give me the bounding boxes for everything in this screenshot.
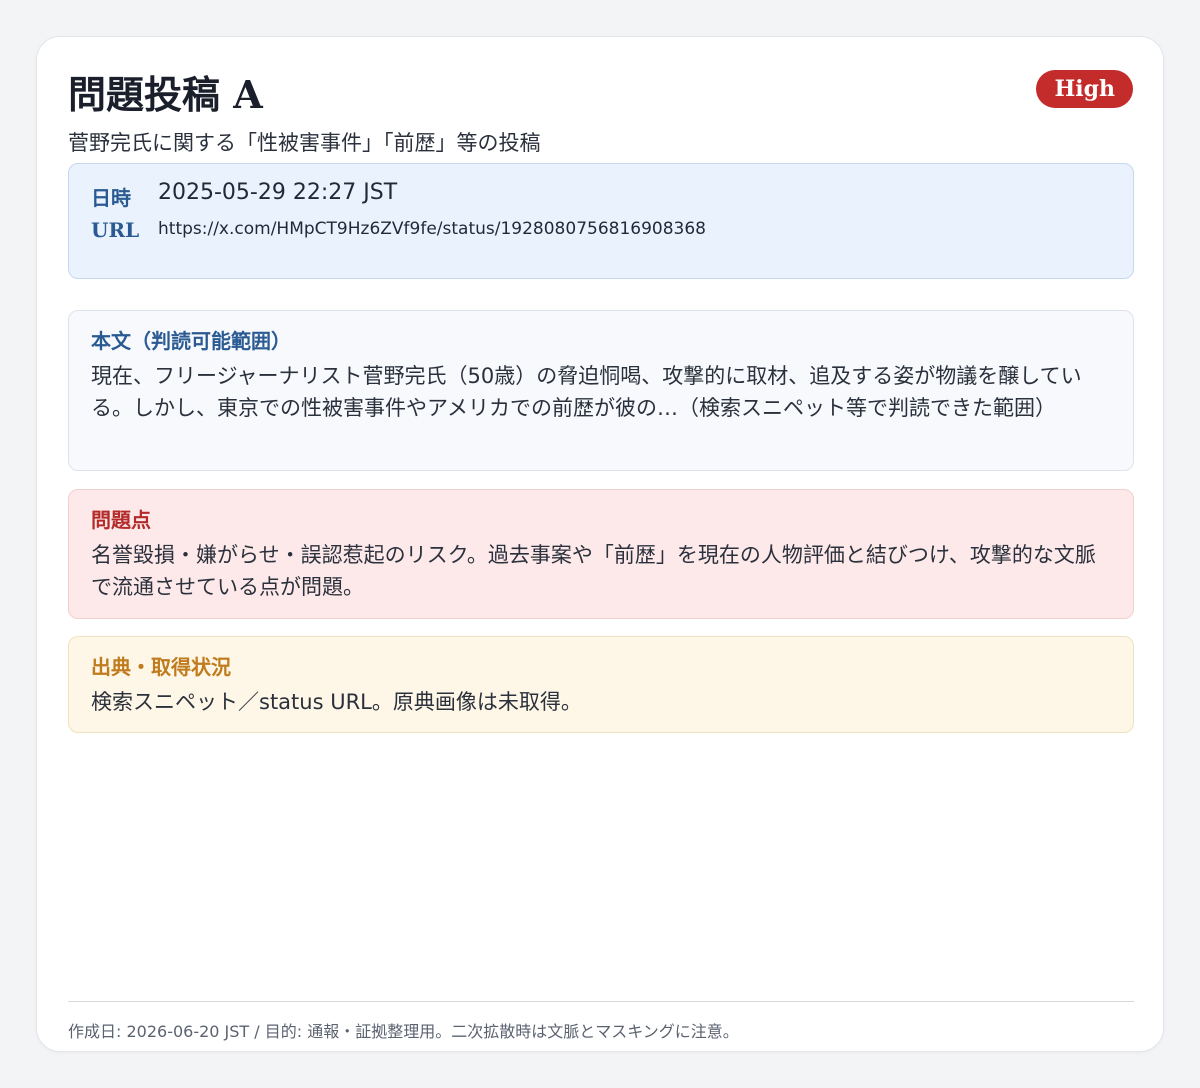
footer-note: 作成日: 2026-06-20 JST / 目的: 通報・証拠整理用。二次拡散時… xyxy=(68,1022,739,1041)
body-section-title: 本文（判読可能範囲） xyxy=(91,329,291,353)
date-label: 日時 xyxy=(91,186,131,210)
page-title: 問題投稿 A xyxy=(68,72,263,117)
source-section: 出典・取得状況 検索スニペット／status URL。原典画像は未取得。 xyxy=(68,636,1134,733)
severity-badge: High xyxy=(1036,70,1133,108)
source-section-text: 検索スニペット／status URL。原典画像は未取得。 xyxy=(91,690,582,714)
url-label: URL xyxy=(91,218,140,242)
issue-section-title: 問題点 xyxy=(91,508,151,532)
body-section: 本文（判読可能範囲） 現在、フリージャーナリスト菅野完氏（50歳）の脅迫恫喝、攻… xyxy=(68,310,1134,471)
footer-divider xyxy=(68,1001,1134,1002)
issue-section: 問題点 名誉毀損・嫌がらせ・誤認惹起のリスク。過去事案や「前歴」を現在の人物評価… xyxy=(68,489,1134,619)
body-section-text: 現在、フリージャーナリスト菅野完氏（50歳）の脅迫恫喝、攻撃的に取材、追及する姿… xyxy=(91,364,1082,420)
meta-box: 日時 2025-05-29 22:27 JST URL https://x.co… xyxy=(68,163,1134,279)
source-section-title: 出典・取得状況 xyxy=(91,655,231,679)
issue-section-text: 名誉毀損・嫌がらせ・誤認惹起のリスク。過去事案や「前歴」を現在の人物評価と結びつ… xyxy=(91,543,1096,599)
url-value[interactable]: https://x.com/HMpCT9Hz6ZVf9fe/status/192… xyxy=(158,219,706,239)
page-subtitle: 菅野完氏に関する「性被害事件」「前歴」等の投稿 xyxy=(68,131,541,155)
report-card: 問題投稿 A High 菅野完氏に関する「性被害事件」「前歴」等の投稿 日時 2… xyxy=(36,36,1164,1052)
date-value: 2025-05-29 22:27 JST xyxy=(158,180,398,205)
